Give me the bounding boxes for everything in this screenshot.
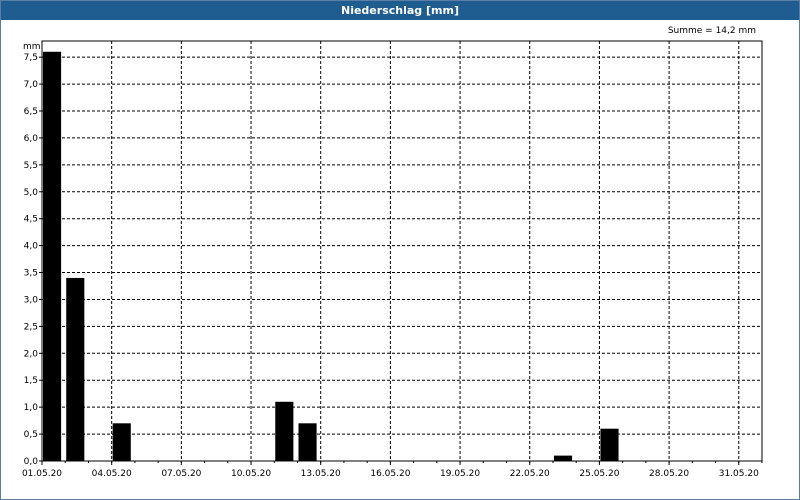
bar-23.05.20	[553, 455, 573, 461]
chart-window: Niederschlag [mm] Summe = 14,2 mm 0,0 0,5…	[0, 0, 800, 500]
y-tick-label: 4,0	[24, 242, 39, 252]
y-tick-label: 2,5	[24, 322, 38, 332]
bar-25.05.20	[600, 428, 619, 461]
x-tick-label: 01.05.20	[22, 469, 62, 479]
x-tick-label: 10.05.20	[231, 469, 271, 479]
y-tick-label: 0,0	[24, 457, 39, 467]
bar-04.05.20	[112, 423, 131, 461]
x-tick-label: 16.05.20	[370, 469, 410, 479]
bar-11.05.20	[275, 401, 294, 461]
y-tick-label: 5,0	[24, 188, 39, 198]
bar-01.05.20	[43, 51, 62, 462]
x-tick-label: 28.05.20	[649, 469, 689, 479]
y-tick-label: 4,5	[24, 215, 38, 225]
x-tick-label: 19.05.20	[440, 469, 480, 479]
precipitation-chart: 0,0 0,5 1,0 1,5 2,0 2,5 3,0 3,5 4,0 4,5 5,0 5,5 6,0 6…	[22, 40, 763, 479]
x-tick-label: 13.05.20	[301, 469, 341, 479]
y-tick-label: 6,0	[24, 134, 39, 144]
x-tick-label: 25.05.20	[579, 469, 619, 479]
y-tick-label: 7,5	[24, 53, 38, 63]
y-tick-label: 7,0	[24, 80, 39, 90]
bar-12.05.20	[298, 423, 317, 461]
x-tick-label: 22.05.20	[510, 469, 550, 479]
y-tick-label: 5,5	[24, 161, 38, 171]
y-axis-label: mm	[23, 42, 41, 52]
y-tick-label: 3,0	[24, 295, 39, 305]
y-tick-label: 2,0	[24, 349, 39, 359]
y-tick-label: 0,5	[24, 430, 38, 440]
y-tick-label: 1,0	[24, 403, 39, 413]
y-tick-label: 1,5	[24, 376, 38, 386]
x-tick-label: 04.05.20	[92, 469, 132, 479]
bar-02.05.20	[66, 277, 85, 461]
y-tick-label: 6,5	[24, 107, 38, 117]
x-tick-label: 07.05.20	[161, 469, 201, 479]
x-tick-label: 31.05.20	[719, 469, 759, 479]
y-tick-label: 3,5	[24, 269, 38, 279]
plot-area	[42, 41, 762, 461]
